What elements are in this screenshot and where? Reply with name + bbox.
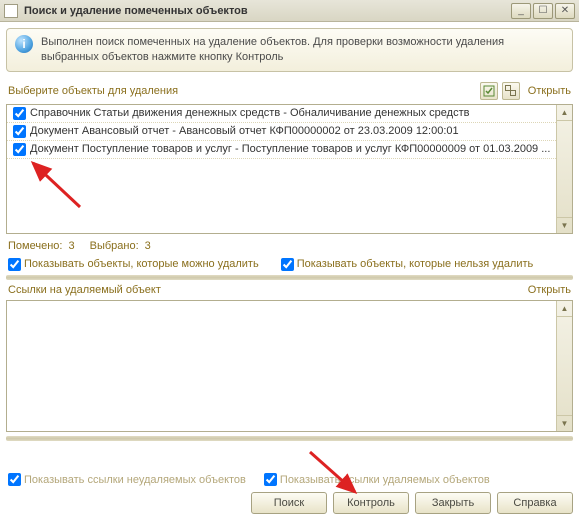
filter-row: Показывать объекты, которые можно удалит… bbox=[0, 256, 579, 275]
list-item[interactable]: Документ Авансовый отчет - Авансовый отч… bbox=[7, 123, 556, 141]
info-banner-text: Выполнен поиск помеченных на удаление об… bbox=[41, 35, 564, 65]
close-window-button[interactable]: ✕ bbox=[555, 3, 575, 19]
control-button[interactable]: Контроль bbox=[333, 492, 409, 514]
list-item-label: Документ Поступление товаров и услуг - П… bbox=[30, 143, 550, 155]
info-icon: i bbox=[15, 35, 33, 53]
object-list: Справочник Статьи движения денежных сред… bbox=[6, 104, 573, 234]
selected-label: Выбрано: bbox=[90, 240, 139, 252]
scroll-down-icon[interactable]: ▼ bbox=[557, 415, 572, 431]
close-button[interactable]: Закрыть bbox=[415, 492, 491, 514]
scroll-up-icon[interactable]: ▲ bbox=[557, 301, 572, 317]
selection-label: Выберите объекты для удаления bbox=[8, 85, 178, 97]
list-item-checkbox[interactable] bbox=[13, 143, 26, 156]
show-deletable-checkbox[interactable]: Показывать объекты, которые можно удалит… bbox=[8, 258, 259, 271]
annotation-arrow-icon bbox=[25, 157, 105, 217]
help-button[interactable]: Справка bbox=[497, 492, 573, 514]
scroll-up-icon[interactable]: ▲ bbox=[557, 105, 572, 121]
scrollbar[interactable]: ▲ ▼ bbox=[556, 105, 572, 233]
selected-count: 3 bbox=[145, 240, 151, 252]
refs-list: ▲ ▼ bbox=[6, 300, 573, 432]
footer: Показывать ссылки неудаляемых объектов П… bbox=[0, 469, 579, 518]
scroll-down-icon[interactable]: ▼ bbox=[557, 217, 572, 233]
status-row: Помечено: 3 Выбрано: 3 bbox=[0, 238, 579, 256]
minimize-button[interactable]: _ bbox=[511, 3, 531, 19]
info-banner: i Выполнен поиск помеченных на удаление … bbox=[6, 28, 573, 72]
refs-label: Ссылки на удаляемый объект bbox=[8, 284, 161, 296]
check-all-icon[interactable] bbox=[480, 82, 498, 100]
open-selection-link[interactable]: Открыть bbox=[528, 85, 571, 97]
button-row: Поиск Контроль Закрыть Справка bbox=[6, 492, 573, 514]
show-del-links-checkbox[interactable]: Показывать ссылки удаляемых объектов bbox=[264, 473, 490, 486]
list-item-label: Справочник Статьи движения денежных сред… bbox=[30, 107, 469, 119]
marked-label: Помечено: bbox=[8, 240, 62, 252]
uncheck-all-icon[interactable] bbox=[502, 82, 520, 100]
separator bbox=[6, 436, 573, 441]
app-icon bbox=[4, 4, 18, 18]
list-item[interactable]: Документ Поступление товаров и услуг - П… bbox=[7, 141, 556, 159]
maximize-button[interactable]: ☐ bbox=[533, 3, 553, 19]
list-item-checkbox[interactable] bbox=[13, 107, 26, 120]
refs-header: Ссылки на удаляемый объект Открыть bbox=[0, 280, 579, 298]
show-not-deletable-checkbox[interactable]: Показывать объекты, которые нельзя удали… bbox=[281, 258, 534, 271]
list-item-label: Документ Авансовый отчет - Авансовый отч… bbox=[30, 125, 459, 137]
titlebar: Поиск и удаление помеченных объектов _ ☐… bbox=[0, 0, 579, 22]
scrollbar[interactable]: ▲ ▼ bbox=[556, 301, 572, 431]
selection-header: Выберите объекты для удаления Открыть bbox=[0, 78, 579, 102]
window-title: Поиск и удаление помеченных объектов bbox=[24, 5, 509, 17]
footer-options: Показывать ссылки неудаляемых объектов П… bbox=[6, 473, 573, 492]
list-item-checkbox[interactable] bbox=[13, 125, 26, 138]
open-refs-link[interactable]: Открыть bbox=[528, 284, 571, 296]
search-button[interactable]: Поиск bbox=[251, 492, 327, 514]
show-nondel-links-checkbox[interactable]: Показывать ссылки неудаляемых объектов bbox=[8, 473, 246, 486]
list-item[interactable]: Справочник Статьи движения денежных сред… bbox=[7, 105, 556, 123]
marked-count: 3 bbox=[68, 240, 74, 252]
